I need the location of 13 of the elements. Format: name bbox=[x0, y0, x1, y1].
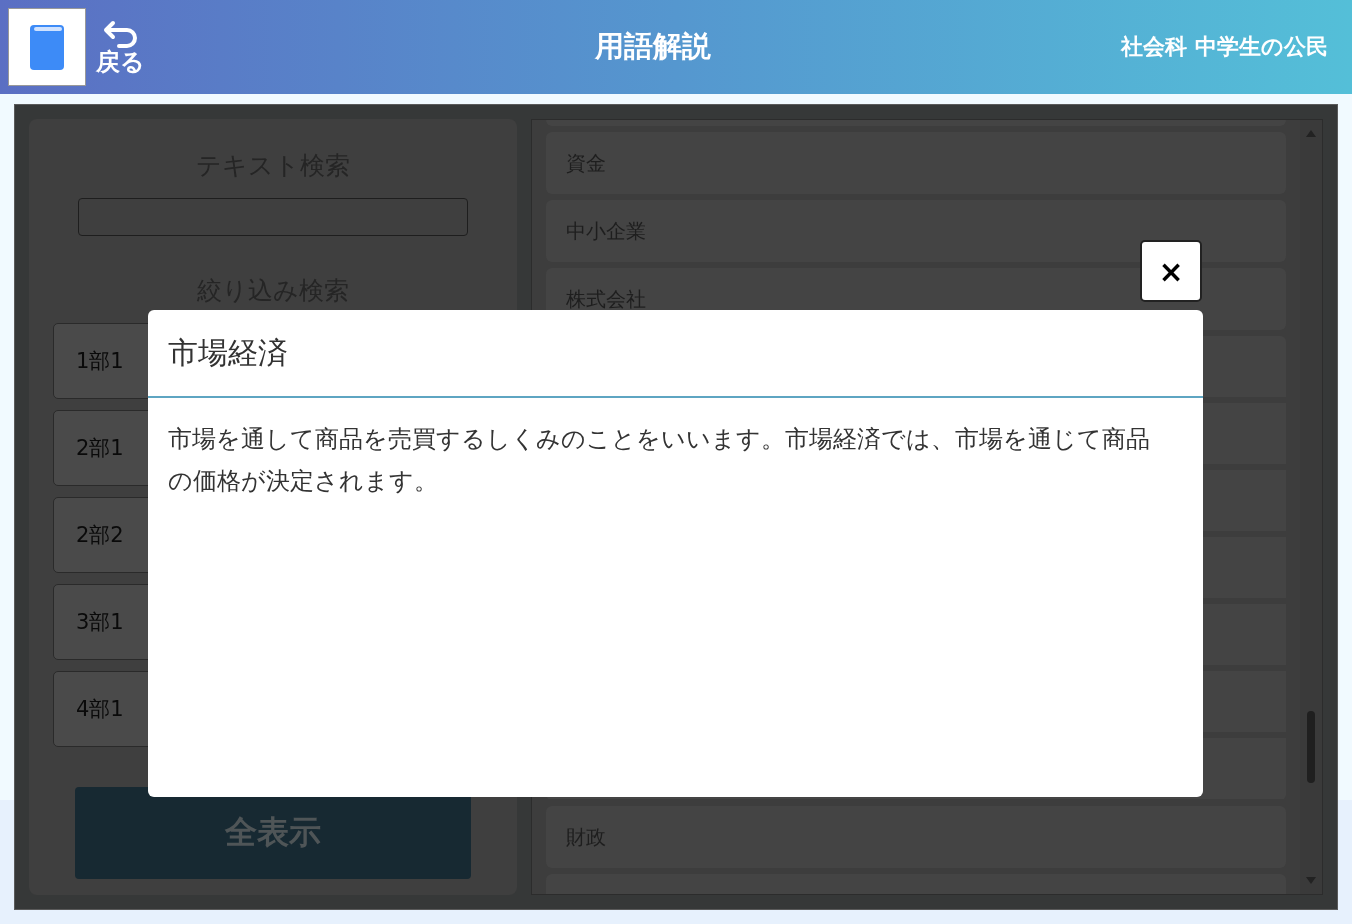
scroll-thumb[interactable] bbox=[1307, 711, 1315, 783]
scroll-down-icon[interactable] bbox=[1305, 876, 1317, 886]
show-all-button[interactable]: 全表示 bbox=[75, 787, 471, 879]
dialog-title: 市場経済 bbox=[148, 310, 1203, 398]
scroll-up-icon[interactable] bbox=[1305, 128, 1317, 138]
book-button[interactable] bbox=[8, 8, 86, 86]
back-button[interactable]: 戻る bbox=[96, 18, 145, 76]
search-field[interactable] bbox=[78, 198, 468, 236]
book-icon bbox=[29, 23, 65, 71]
page-title: 用語解説 bbox=[594, 28, 713, 65]
close-button[interactable]: × bbox=[1140, 240, 1202, 302]
subject-label: 社会科 中学生の公民 bbox=[1121, 33, 1328, 61]
dialog-text: 市場を通して商品を売買するしくみのことをいいます。市場経済では、市場を通じて商品の価格が決定されます。 bbox=[167, 424, 1151, 497]
